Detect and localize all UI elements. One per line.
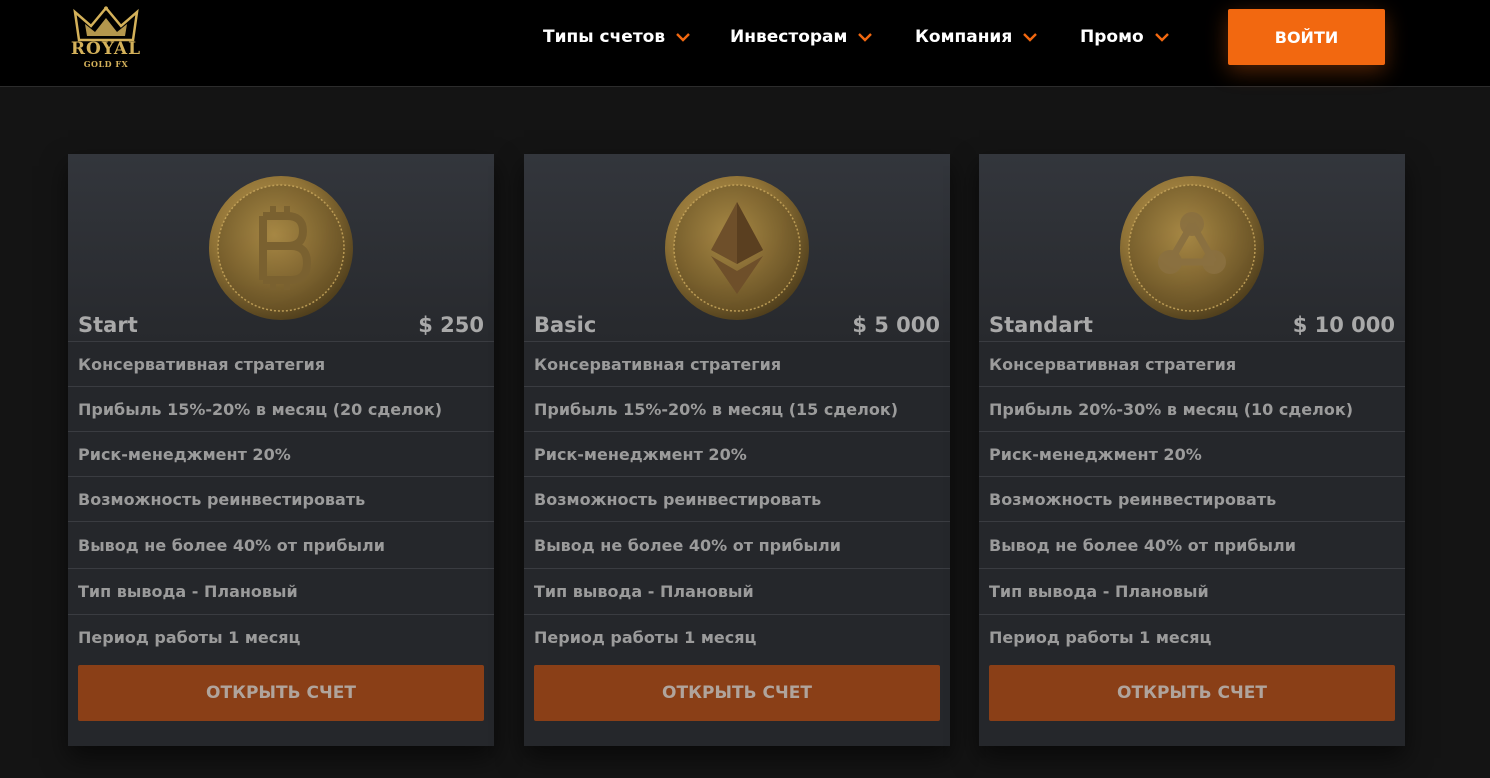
plan-feature: Вывод не более 40% от прибыли — [524, 522, 950, 569]
bitcoin-coin-icon — [209, 176, 353, 320]
plan-feature: Возможность реинвестировать — [524, 477, 950, 522]
plan-feature: Консервативная стратегия — [524, 342, 950, 387]
chevron-down-icon — [1154, 33, 1169, 42]
plan-price: $ 5 000 — [852, 313, 940, 337]
plan-feature: Консервативная стратегия — [68, 342, 494, 387]
royal-gold-fx-logo[interactable]: ROYAL GOLD FX — [66, 6, 146, 72]
nav-company[interactable]: Компания — [915, 24, 1038, 50]
plan-card-header: Start $ 250 — [68, 154, 494, 342]
logo-text-royal: ROYAL — [70, 39, 142, 59]
ripple-coin-icon — [1120, 176, 1264, 320]
plan-feature: Период работы 1 месяц — [989, 628, 1212, 647]
plan-features-list: Консервативная стратегия Прибыль 20%-30%… — [979, 342, 1405, 660]
plan-feature: Риск-менеджмент 20% — [68, 432, 494, 477]
plan-name: Start — [78, 313, 138, 337]
site-header: ROYAL GOLD FX Типы счетов Инвесторам Ком… — [0, 0, 1490, 87]
plan-price: $ 250 — [418, 313, 484, 337]
chevron-down-icon — [858, 33, 873, 42]
nav-label: Типы счетов — [543, 27, 666, 47]
plan-card-start: Start $ 250 Консервативная стратегия При… — [68, 154, 494, 746]
chevron-down-icon — [676, 33, 690, 42]
plan-features-list: Консервативная стратегия Прибыль 15%-20%… — [524, 342, 950, 660]
plan-feature: Возможность реинвестировать — [68, 477, 494, 522]
plan-feature: Тип вывода - Плановый — [68, 569, 494, 615]
plan-feature: Прибыль 20%-30% в месяц (10 сделок) — [979, 387, 1405, 432]
login-button[interactable]: ВОЙТИ — [1228, 9, 1385, 65]
nav-label: Инвесторам — [730, 27, 848, 47]
nav-investors[interactable]: Инвесторам — [730, 24, 873, 50]
logo-text-goldfx: GOLD FX — [83, 59, 129, 69]
open-account-button[interactable]: ОТКРЫТЬ СЧЕТ — [534, 665, 940, 721]
plan-features-list: Консервативная стратегия Прибыль 15%-20%… — [68, 342, 494, 660]
ethereum-coin-icon — [665, 176, 809, 320]
open-account-button[interactable]: ОТКРЫТЬ СЧЕТ — [78, 665, 484, 721]
nav-label: Компания — [915, 27, 1013, 47]
plan-feature: Тип вывода - Плановый — [524, 569, 950, 615]
chevron-down-icon — [1023, 33, 1038, 42]
plan-feature: Период работы 1 месяц — [78, 628, 301, 647]
plan-card-standart: Standart $ 10 000 Консервативная стратег… — [979, 154, 1405, 746]
plan-feature: Вывод не более 40% от прибыли — [68, 522, 494, 569]
open-account-button[interactable]: ОТКРЫТЬ СЧЕТ — [989, 665, 1395, 721]
plan-feature: Прибыль 15%-20% в месяц (20 сделок) — [68, 387, 494, 432]
plan-card-basic: Basic $ 5 000 Консервативная стратегия П… — [524, 154, 950, 746]
plan-name: Standart — [989, 313, 1093, 337]
plan-name: Basic — [534, 313, 597, 337]
nav-account-types[interactable]: Типы счетов — [543, 24, 691, 50]
plan-price: $ 10 000 — [1292, 313, 1395, 337]
plan-feature: Прибыль 15%-20% в месяц (15 сделок) — [524, 387, 950, 432]
plan-card-header: Basic $ 5 000 — [524, 154, 950, 342]
plan-feature: Риск-менеджмент 20% — [524, 432, 950, 477]
plan-card-header: Standart $ 10 000 — [979, 154, 1405, 342]
plan-feature: Возможность реинвестировать — [979, 477, 1405, 522]
nav-promo[interactable]: Промо — [1080, 24, 1170, 50]
nav-label: Промо — [1080, 27, 1144, 47]
plan-feature: Период работы 1 месяц — [534, 628, 757, 647]
plan-feature: Вывод не более 40% от прибыли — [979, 522, 1405, 569]
plan-feature: Тип вывода - Плановый — [979, 569, 1405, 615]
plan-feature: Риск-менеджмент 20% — [979, 432, 1405, 477]
plan-feature: Консервативная стратегия — [979, 342, 1405, 387]
